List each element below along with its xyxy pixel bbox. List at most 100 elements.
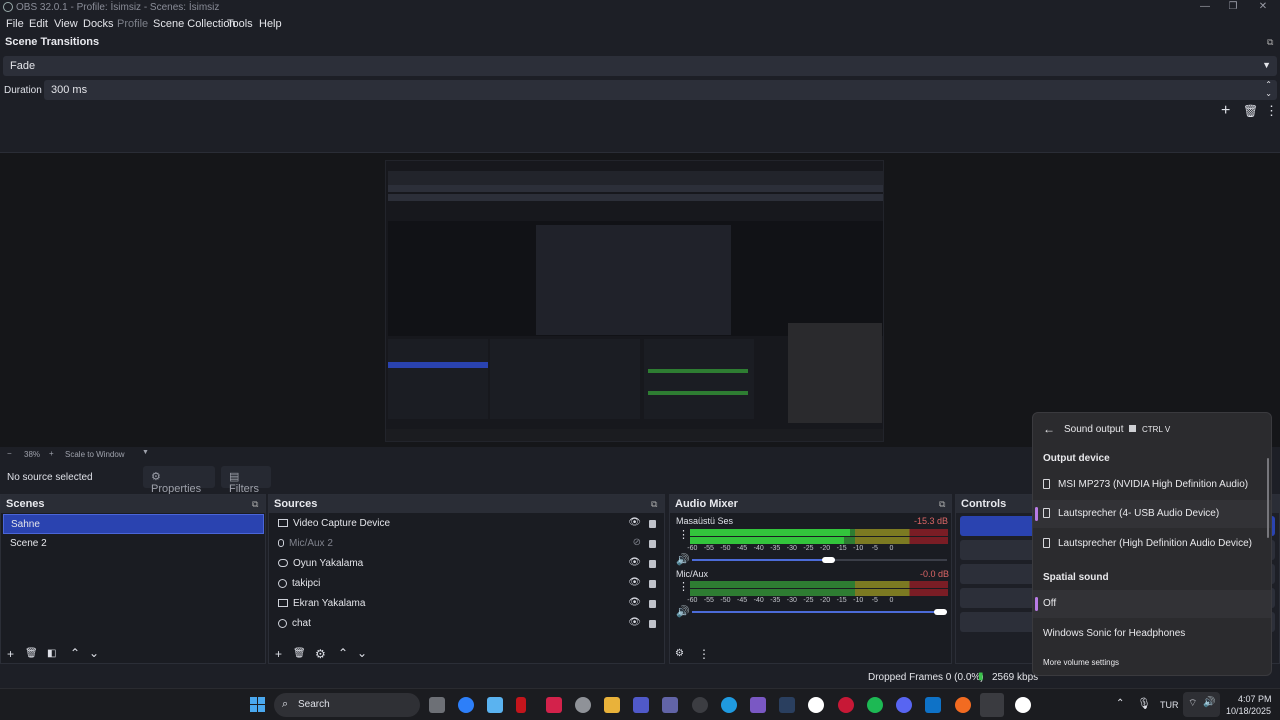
move-down-icon[interactable]: ⌄ bbox=[357, 646, 367, 660]
properties-button[interactable]: ⚙ Properties bbox=[143, 466, 215, 495]
lock-icon[interactable] bbox=[649, 560, 656, 568]
lock-icon[interactable] bbox=[649, 540, 656, 548]
taskbar-search[interactable]: ⌕ Search bbox=[274, 693, 420, 717]
filter-icon[interactable]: ◧ bbox=[47, 648, 56, 659]
quick-settings-button[interactable]: ⌔ 🔊 bbox=[1183, 692, 1220, 717]
teams-work-icon[interactable] bbox=[662, 697, 678, 713]
close-button[interactable]: ✕ bbox=[1248, 0, 1278, 14]
output-device-item[interactable]: Lautsprecher (4- USB Audio Device) bbox=[1033, 500, 1271, 528]
source-item[interactable]: chat 👁 bbox=[271, 614, 663, 634]
teams-icon[interactable] bbox=[633, 697, 649, 713]
scale-mode[interactable]: Scale to Window bbox=[65, 450, 125, 459]
more-vertical-icon[interactable]: ⋮ bbox=[678, 580, 689, 593]
settings-app-icon[interactable] bbox=[575, 697, 591, 713]
chevron-down-icon[interactable]: ▼ bbox=[142, 449, 149, 456]
add-icon[interactable]: + bbox=[1221, 102, 1230, 120]
outlook-icon[interactable] bbox=[925, 697, 941, 713]
lock-icon[interactable] bbox=[649, 520, 656, 528]
more-vertical-icon[interactable]: ⋮ bbox=[698, 647, 710, 661]
stepper-icon[interactable]: ⌃ ⌄ bbox=[1265, 80, 1272, 98]
obs-taskbar-icon[interactable] bbox=[692, 697, 708, 713]
undock-icon[interactable]: ⧉ bbox=[1267, 37, 1273, 48]
menu-help[interactable]: Help bbox=[259, 18, 282, 30]
eye-icon[interactable]: 👁 bbox=[628, 577, 641, 588]
undock-icon[interactable]: ⧉ bbox=[939, 499, 945, 510]
edge-icon[interactable] bbox=[721, 697, 737, 713]
spatial-option-item[interactable]: Windows Sonic for Headphones bbox=[1033, 620, 1271, 648]
lock-icon[interactable] bbox=[649, 620, 656, 628]
app-v-icon[interactable] bbox=[546, 697, 562, 713]
language-indicator[interactable]: TUR bbox=[1160, 700, 1179, 710]
brave-icon[interactable] bbox=[955, 697, 971, 713]
clock-time[interactable]: 4:07 PM bbox=[1238, 694, 1272, 704]
app-purple-icon[interactable] bbox=[750, 697, 766, 713]
undock-icon[interactable]: ⧉ bbox=[252, 499, 258, 510]
back-arrow-icon[interactable]: ← bbox=[1043, 422, 1055, 436]
add-source-icon[interactable]: + bbox=[275, 647, 282, 661]
zoom-out-button[interactable]: − bbox=[7, 449, 12, 458]
filters-button[interactable]: ▤ Filters bbox=[221, 466, 271, 495]
menu-file[interactable]: File bbox=[6, 18, 24, 30]
remote-desktop-icon[interactable] bbox=[487, 697, 503, 713]
scrollbar[interactable] bbox=[1267, 458, 1269, 538]
zoom-in-button[interactable]: + bbox=[49, 449, 54, 458]
source-item[interactable]: Video Capture Device 👁 bbox=[271, 514, 663, 534]
chrome-icon[interactable] bbox=[808, 697, 824, 713]
speaker-icon[interactable]: 🔊 bbox=[676, 553, 690, 566]
gear-icon[interactable]: ⚙ bbox=[315, 647, 326, 661]
spatial-option-item[interactable]: Off bbox=[1033, 590, 1271, 618]
output-device-item[interactable]: Lautsprecher (High Definition Audio Devi… bbox=[1033, 530, 1271, 558]
chevron-up-icon[interactable]: ⌃ bbox=[1116, 698, 1124, 709]
more-vertical-icon[interactable]: ⋮ bbox=[1265, 103, 1278, 119]
menu-docks[interactable]: Docks bbox=[83, 18, 114, 30]
zoom-app-icon[interactable] bbox=[458, 697, 474, 713]
spotify-icon[interactable] bbox=[867, 697, 883, 713]
app-red-icon[interactable] bbox=[516, 697, 526, 713]
output-device-item[interactable]: MSI MP273 (NVIDIA High Definition Audio) bbox=[1033, 471, 1271, 499]
transition-select[interactable]: Fade ▼ bbox=[3, 56, 1277, 76]
trash-icon[interactable]: 🗑 bbox=[1243, 104, 1258, 118]
more-vertical-icon[interactable]: ⋮ bbox=[678, 528, 689, 541]
source-item[interactable]: takipci 👁 bbox=[271, 574, 663, 594]
volume-slider[interactable] bbox=[692, 557, 947, 563]
lock-icon[interactable] bbox=[649, 600, 656, 608]
menu-tools[interactable]: Tools bbox=[227, 18, 253, 30]
opera-icon[interactable] bbox=[838, 697, 854, 713]
obs-active-icon[interactable] bbox=[980, 693, 1004, 717]
eye-icon[interactable]: 👁 bbox=[628, 617, 641, 628]
volume-slider[interactable] bbox=[692, 609, 947, 615]
slider-knob[interactable] bbox=[822, 557, 835, 563]
steam-icon[interactable] bbox=[779, 697, 795, 713]
scene-item[interactable]: Sahne bbox=[3, 514, 264, 534]
lock-icon[interactable] bbox=[649, 580, 656, 588]
undock-icon[interactable]: ⧉ bbox=[651, 499, 657, 510]
discord-icon[interactable] bbox=[896, 697, 912, 713]
scene-item[interactable]: Scene 2 bbox=[3, 534, 264, 554]
clock-date[interactable]: 10/18/2025 bbox=[1226, 706, 1271, 716]
file-explorer-icon[interactable] bbox=[604, 697, 620, 713]
eye-icon[interactable]: 👁 bbox=[628, 517, 641, 528]
task-view-icon[interactable] bbox=[429, 697, 445, 713]
speaker-icon[interactable]: 🔊 bbox=[676, 605, 690, 618]
advanced-audio-icon[interactable]: ⚙ bbox=[675, 648, 684, 659]
move-down-icon[interactable]: ⌄ bbox=[89, 646, 99, 660]
move-up-icon[interactable]: ⌃ bbox=[338, 646, 348, 660]
chrome-alt-icon[interactable] bbox=[1015, 697, 1031, 713]
eye-icon[interactable]: 👁 bbox=[628, 597, 641, 608]
add-scene-icon[interactable]: + bbox=[7, 647, 14, 661]
slider-knob[interactable] bbox=[934, 609, 947, 615]
menu-profile[interactable]: Profile bbox=[117, 18, 148, 30]
source-item[interactable]: Ekran Yakalama 👁 bbox=[271, 594, 663, 614]
move-up-icon[interactable]: ⌃ bbox=[70, 646, 80, 660]
microphone-icon[interactable]: 🎙 bbox=[1137, 697, 1151, 710]
menu-edit[interactable]: Edit bbox=[29, 18, 48, 30]
maximize-button[interactable]: ❐ bbox=[1218, 0, 1248, 14]
menu-view[interactable]: View bbox=[54, 18, 78, 30]
start-button[interactable] bbox=[250, 697, 265, 712]
more-volume-settings-link[interactable]: More volume settings bbox=[1043, 658, 1119, 667]
eye-hidden-icon[interactable]: ⊘ bbox=[633, 537, 641, 548]
eye-icon[interactable]: 👁 bbox=[628, 557, 641, 568]
trash-icon[interactable]: 🗑 bbox=[293, 648, 306, 659]
source-item[interactable]: Oyun Yakalama 👁 bbox=[271, 554, 663, 574]
duration-field[interactable]: 300 ms ⌃ ⌄ bbox=[44, 80, 1277, 100]
